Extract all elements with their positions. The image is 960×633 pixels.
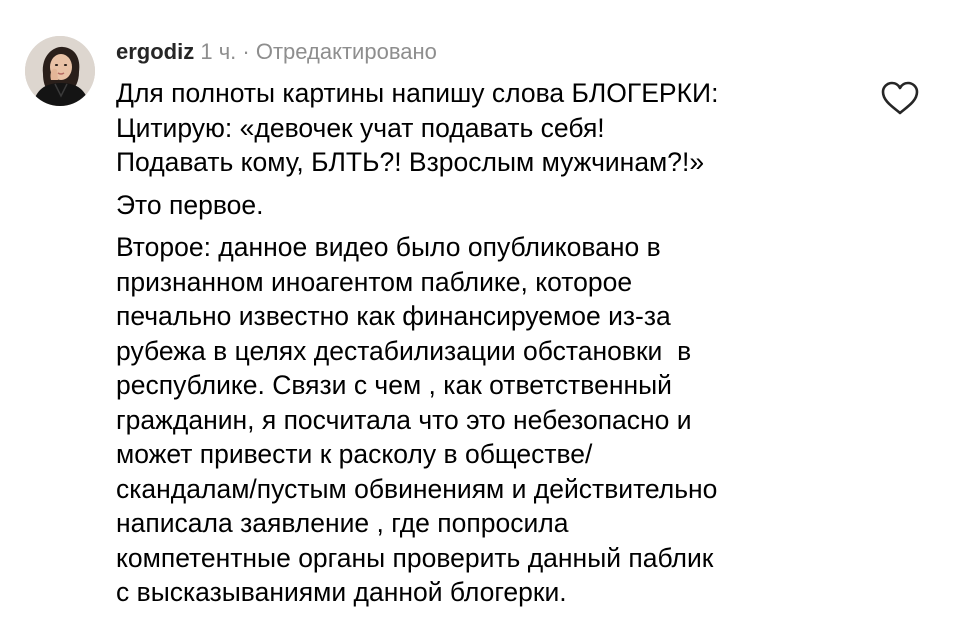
comment-line: написала заявление , где попросила [116,508,569,538]
avatar[interactable] [25,36,95,106]
comment-time: 1 ч. [200,39,237,64]
comment: ergodiz 1 ч. · Отредактировано Для полно… [0,0,960,633]
comment-line: гражданин, я посчитала что это небезопас… [116,404,692,435]
like-button[interactable] [878,80,922,116]
comment-line: Для полноты картины напишу слова БЛОГЕРК… [116,78,719,108]
comment-line: признанном иноагентом паблике, которое [116,266,633,297]
heart-outline-icon [881,81,919,115]
comment-line: с высказываниями данной блогерки. [116,577,567,607]
comment-meta: ergodiz 1 ч. · Отредактировано [116,38,437,66]
comment-paragraph: Второе: данное видео было опубликовано в… [116,230,876,610]
comment-line: печально известно как финансируемое из-з… [116,301,671,331]
comment-line: Это первое. [116,189,264,220]
comment-line: Подавать кому, БЛТЬ?! Взрослым мужчинам?… [116,147,705,177]
comment-line: компетентные органы проверить данный паб… [116,542,714,573]
edited-label: Отредактировано [255,39,437,64]
comment-line: республике. Связи с чем , как ответствен… [116,370,672,400]
comment-line: Цитирую: «девочек учат подавать себя! [116,112,605,143]
comment-line: Второе: данное видео было опубликовано в [116,232,661,262]
comment-body: Для полноты картины напишу слова БЛОГЕРК… [116,76,876,610]
comment-paragraph: Это первое. [116,188,876,223]
comment-line: рубежа в целях дестабилизации обстановки… [116,335,692,366]
comment-line: может привести к расколу в обществе/ [116,439,593,469]
username[interactable]: ergodiz [116,39,194,64]
user-avatar-icon [25,36,95,106]
comment-line: скандалам/пустым обвинениям и действител… [116,473,718,504]
meta-separator: · [242,39,250,64]
comment-paragraph: Для полноты картины напишу слова БЛОГЕРК… [116,76,876,180]
